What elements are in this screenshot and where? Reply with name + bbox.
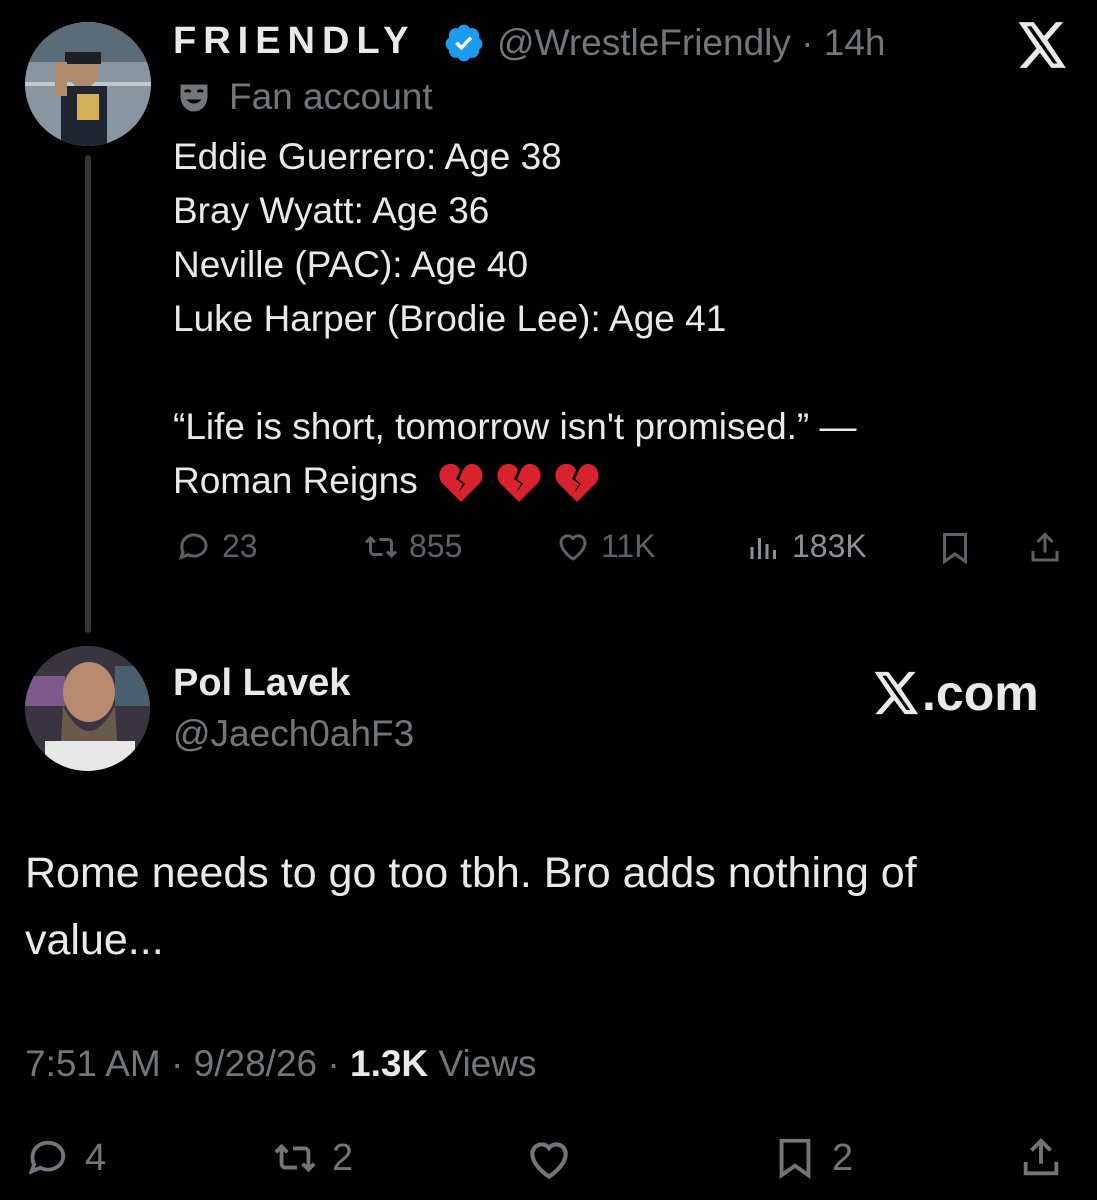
reply-date[interactable]: 9/28/26 <box>194 1043 317 1084</box>
bookmark-icon[interactable] <box>937 530 973 566</box>
reply-reply-action[interactable]: 4 <box>25 1135 106 1181</box>
reply-author-display-name[interactable]: Pol Lavek <box>173 662 350 705</box>
friendly-avatar[interactable] <box>25 22 151 146</box>
repost-action[interactable]: 855 <box>363 528 462 565</box>
x-logo-icon <box>1018 22 1066 68</box>
heart-outline-icon <box>530 1142 568 1180</box>
body-line: Eddie Guerrero: Age 38 <box>173 136 562 177</box>
author-handle[interactable]: @WrestleFriendly · 14h <box>497 22 886 64</box>
broken-heart-icon <box>555 464 599 503</box>
tweet-body: Eddie Guerrero: Age 38 Bray Wyatt: Age 3… <box>173 130 857 508</box>
separator-dot: · <box>801 22 814 63</box>
repost-icon <box>364 535 398 558</box>
reply-reply-count: 4 <box>85 1136 107 1179</box>
broken-heart-icon <box>439 464 483 503</box>
handle-text[interactable]: @WrestleFriendly <box>497 22 791 63</box>
analytics-icon <box>750 537 776 559</box>
quote-attribution: Roman Reigns <box>173 460 418 501</box>
reply-views-count: 1.3K <box>350 1043 429 1084</box>
reply-repost-action[interactable]: 2 <box>272 1135 353 1181</box>
reply-time[interactable]: 7:51 AM <box>25 1043 161 1084</box>
reply-body: Rome needs to go too tbh. Bro adds nothi… <box>25 849 917 964</box>
body-line: Luke Harper (Brodie Lee): Age 41 <box>173 298 727 339</box>
bookmark-icon <box>779 1138 811 1179</box>
reply-action[interactable]: 23 <box>176 528 258 565</box>
x-com-watermark: .com <box>874 664 1039 722</box>
repost-count: 855 <box>409 528 463 564</box>
reply-repost-count: 2 <box>332 1136 354 1179</box>
views-action[interactable]: 183K <box>746 528 867 565</box>
avatar-image <box>25 646 150 771</box>
body-line: Bray Wyatt: Age 36 <box>173 190 490 231</box>
reply-author-handle[interactable]: @Jaech0ahF3 <box>173 713 414 755</box>
reply-icon <box>28 1140 66 1175</box>
views-count: 183K <box>792 528 867 564</box>
separator-dot: · <box>171 1043 184 1084</box>
timestamp[interactable]: 14h <box>824 22 886 63</box>
like-count: 11K <box>601 528 656 564</box>
separator-dot: · <box>327 1043 340 1084</box>
watermark-domain: .com <box>922 665 1039 721</box>
heart-outline-icon <box>559 533 587 561</box>
reply-count: 23 <box>222 528 258 564</box>
theater-mask-icon <box>180 84 208 112</box>
repost-icon <box>274 1143 316 1173</box>
broken-heart-icon <box>497 464 541 503</box>
like-action[interactable]: 11K <box>555 528 656 565</box>
verified-badge-icon[interactable] <box>443 22 485 64</box>
reply-bookmark-action[interactable]: 2 <box>772 1135 853 1181</box>
broken-hearts <box>438 462 600 504</box>
reply-like-action[interactable] <box>522 1135 576 1185</box>
thread-connector-line <box>85 155 91 633</box>
pol-lavek-avatar[interactable] <box>25 646 150 771</box>
quote-attribution-line: Roman Reigns <box>173 454 857 508</box>
body-line: Neville (PAC): Age 40 <box>173 244 529 285</box>
quote-line: “Life is short, tomorrow isn't promised.… <box>173 406 857 447</box>
fan-account-label: Fan account <box>229 76 433 117</box>
x-logo-icon <box>874 671 919 715</box>
reply-bookmark-count: 2 <box>832 1136 854 1179</box>
avatar-image <box>25 22 151 146</box>
share-icon[interactable] <box>1018 1135 1064 1181</box>
reply-metadata: 7:51 AM · 9/28/26 · 1.3K Views <box>25 1043 536 1085</box>
share-icon[interactable] <box>1027 530 1063 566</box>
reply-views-label: Views <box>438 1043 537 1084</box>
reply-icon <box>178 533 208 560</box>
author-display-name[interactable]: FRIENDLY <box>173 20 416 63</box>
